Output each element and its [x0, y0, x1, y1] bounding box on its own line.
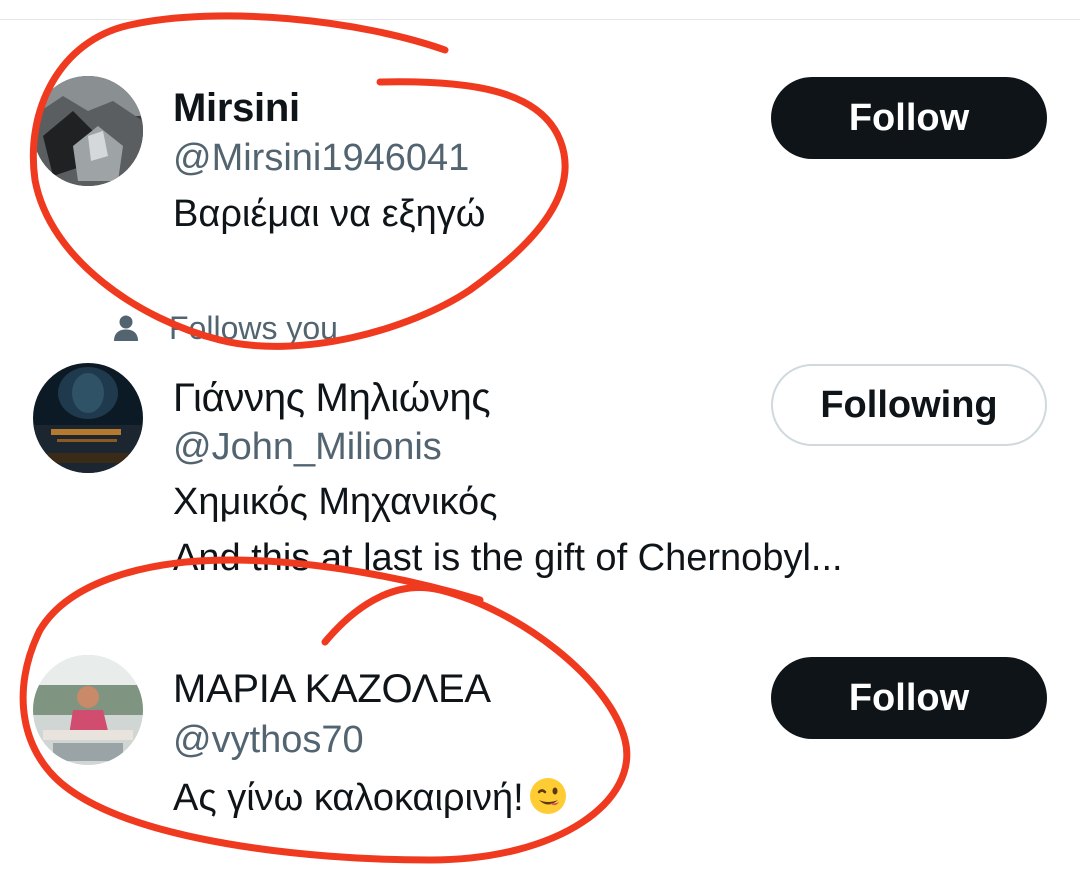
- avatar-photo-woman-outdoor-icon: [33, 655, 143, 765]
- follow-button[interactable]: Follow: [771, 77, 1047, 159]
- user-bio: Βαριέμαι να εξηγώ: [173, 186, 485, 242]
- bio-line: And this at last is the gift of Chernoby…: [173, 537, 843, 579]
- display-name[interactable]: ΜΑΡΙΑ ΚΑΖΟΛΕΑ: [173, 667, 491, 712]
- avatar[interactable]: [33, 655, 143, 765]
- avatar-photo-dark-rock-icon: [33, 76, 143, 186]
- user-handle[interactable]: @Mirsini1946041: [173, 137, 469, 180]
- display-name[interactable]: Γιάννης Μηλιώνης: [173, 376, 491, 421]
- user-cell-mirsini[interactable]: Mirsini @Mirsini1946041 Βαριέμαι να εξηγ…: [0, 0, 1080, 290]
- bio-line: Χημικός Μηχανικός: [173, 481, 498, 523]
- avatar-photo-night-statue-icon: [33, 363, 143, 473]
- display-name[interactable]: Mirsini: [173, 86, 300, 131]
- user-bio: Χημικός Μηχανικός And this at last is th…: [173, 474, 843, 586]
- user-handle[interactable]: @John_Milionis: [173, 426, 442, 469]
- avatar[interactable]: [33, 76, 143, 186]
- avatar[interactable]: [33, 363, 143, 473]
- user-cell-john-milionis[interactable]: Γιάννης Μηλιώνης @John_Milionis Χημικός …: [0, 290, 1080, 610]
- user-handle[interactable]: @vythos70: [173, 719, 364, 762]
- winking-face-emoji-icon: [529, 778, 566, 814]
- following-button[interactable]: Following: [771, 364, 1047, 446]
- user-bio: Ας γίνω καλοκαιρινή!: [173, 770, 568, 826]
- follow-button[interactable]: Follow: [771, 657, 1047, 739]
- user-cell-maria-kazolea[interactable]: ΜΑΡΙΑ ΚΑΖΟΛΕΑ @vythos70 Ας γίνω καλοκαιρ…: [0, 610, 1080, 875]
- bio-line: Ας γίνω καλοκαιρινή!: [173, 777, 524, 819]
- bio-line: Βαριέμαι να εξηγώ: [173, 193, 486, 235]
